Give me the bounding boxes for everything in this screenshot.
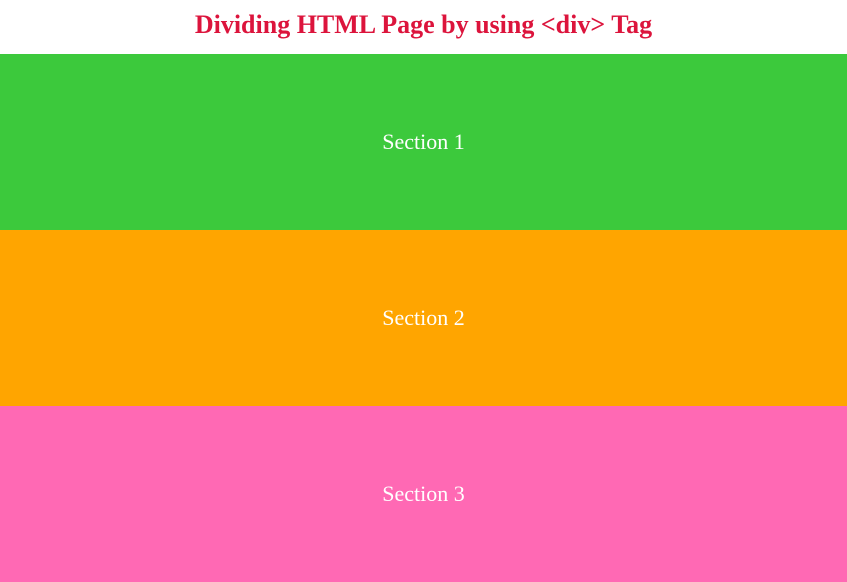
page-title: Dividing HTML Page by using <div> Tag	[0, 0, 847, 54]
section-1: Section 1	[0, 54, 847, 230]
section-2-label: Section 2	[382, 305, 465, 331]
section-1-label: Section 1	[382, 129, 465, 155]
section-2: Section 2	[0, 230, 847, 406]
section-3-label: Section 3	[382, 481, 465, 507]
section-3: Section 3	[0, 406, 847, 582]
sections-container: Section 1 Section 2 Section 3	[0, 54, 847, 582]
